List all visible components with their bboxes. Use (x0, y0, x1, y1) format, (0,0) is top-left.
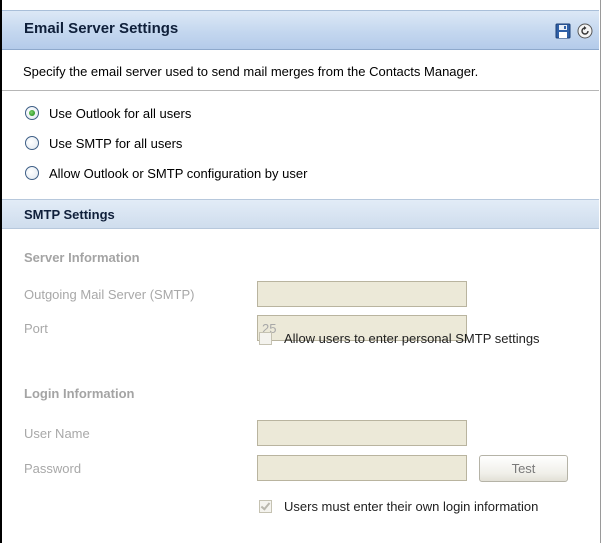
section-title: SMTP Settings (24, 207, 115, 222)
radio-use-smtp[interactable]: Use SMTP for all users (25, 134, 182, 152)
username-label: User Name (24, 426, 90, 441)
radio-button[interactable] (25, 166, 39, 180)
password-label: Password (24, 461, 82, 476)
page-title: Email Server Settings (24, 20, 179, 37)
right-border (600, 0, 607, 543)
login-information-heading: Login Information (24, 386, 135, 401)
radio-button[interactable] (25, 136, 39, 150)
radio-button[interactable] (25, 106, 39, 120)
radio-label: Allow Outlook or SMTP configuration by u… (49, 165, 308, 181)
allow-personal-smtp-checkbox[interactable] (259, 331, 272, 345)
radio-label: Use SMTP for all users (49, 135, 183, 151)
password-input[interactable] (257, 455, 467, 481)
divider (2, 90, 599, 91)
checkbox-label: Allow users to enter personal SMTP setti… (284, 330, 540, 346)
username-input[interactable] (257, 420, 467, 446)
radio-allow-by-user[interactable]: Allow Outlook or SMTP configuration by u… (25, 164, 307, 182)
email-server-settings-page: Email Server Settings Specify the email … (0, 0, 607, 543)
allow-personal-smtp-row[interactable]: Allow users to enter personal SMTP setti… (259, 329, 540, 347)
server-information-heading: Server Information (24, 250, 140, 265)
outgoing-server-label: Outgoing Mail Server (SMTP) (24, 287, 195, 302)
radio-label: Use Outlook for all users (49, 105, 192, 121)
outgoing-server-input[interactable] (257, 281, 467, 307)
smtp-settings-header: SMTP Settings (2, 199, 599, 229)
port-label: Port (24, 321, 48, 336)
own-login-checkbox[interactable] (259, 499, 272, 513)
radio-use-outlook[interactable]: Use Outlook for all users (25, 104, 191, 122)
refresh-icon[interactable] (577, 23, 593, 39)
settings-panel: Email Server Settings Specify the email … (2, 0, 599, 543)
description-text: Specify the email server used to send ma… (23, 64, 479, 79)
checkbox-label: Users must enter their own login informa… (284, 498, 539, 514)
own-login-row[interactable]: Users must enter their own login informa… (259, 497, 538, 515)
save-icon[interactable] (555, 23, 571, 39)
test-button[interactable]: Test (479, 455, 568, 482)
panel-header: Email Server Settings (2, 10, 599, 50)
